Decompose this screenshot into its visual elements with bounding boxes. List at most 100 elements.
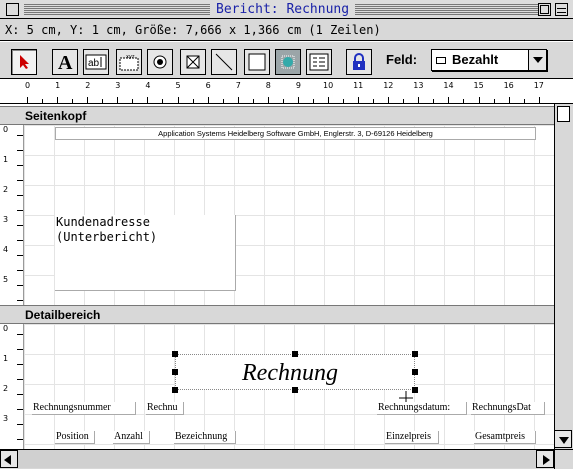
ruler-tick [479, 97, 480, 103]
resize-handle[interactable] [172, 351, 178, 357]
ruler-tick [524, 99, 525, 103]
ruler-tick [17, 349, 23, 350]
description-column-label[interactable]: Bezeichnung [174, 431, 236, 444]
field-label: Feld: [386, 52, 418, 67]
lock-button[interactable] [346, 49, 372, 75]
scroll-right-arrow-icon[interactable] [536, 450, 554, 468]
ruler-tick [17, 135, 23, 136]
xyz-field-icon: xyz [119, 54, 139, 71]
ruler-tick [17, 165, 23, 166]
field-select[interactable]: Bezahlt [431, 49, 547, 71]
text-tool-icon: A [58, 52, 73, 72]
ruler-tick [494, 99, 495, 103]
resize-handle[interactable] [292, 387, 298, 393]
unit-price-column-label[interactable]: Einzelpreis [385, 431, 439, 444]
radio-button-tool[interactable] [147, 49, 173, 75]
collapse-box-icon[interactable] [555, 3, 568, 16]
ruler-tick [298, 97, 299, 103]
ruler-label: 12 [383, 81, 394, 90]
invoice-number-field[interactable]: Rechnu [146, 402, 184, 415]
text-tool-button[interactable]: A [52, 49, 78, 75]
invoice-date-field[interactable]: RechnungsDat [471, 402, 545, 415]
horizontal-scroll-track[interactable] [18, 450, 536, 468]
ruler-label: 5 [3, 275, 9, 284]
section-band-seitenkopf[interactable]: Seitenkopf [0, 106, 554, 125]
ruler-label: 2 [85, 81, 91, 90]
ruler-label: 6 [205, 81, 211, 90]
vertical-ruler-seitenkopf: 0 1 2 3 4 5 [0, 125, 24, 305]
picture-tool-button[interactable] [275, 49, 301, 75]
ruler-tick [433, 99, 434, 103]
ruler-label: 1 [3, 155, 9, 164]
vertical-ruler-detailbereich: 0 1 2 3 [0, 324, 24, 449]
field-tool-button[interactable]: ab [83, 49, 109, 75]
ruler-tick [132, 99, 133, 103]
resize-handle[interactable] [292, 351, 298, 357]
checkbox-tool-icon [186, 55, 200, 69]
ruler-tick [17, 409, 23, 410]
quantity-column-label[interactable]: Anzahl [113, 431, 150, 444]
total-price-column-label[interactable]: Gesamtpreis [474, 431, 536, 444]
ruler-tick [509, 97, 510, 103]
ruler-tick [17, 210, 23, 211]
company-address-field[interactable]: Application Systems Heidelberg Software … [55, 127, 536, 140]
resize-handle[interactable] [172, 369, 178, 375]
zoom-box-icon[interactable] [538, 3, 551, 16]
ruler-tick [17, 424, 23, 425]
ruler-tick [42, 99, 43, 103]
ruler-label: 13 [413, 81, 424, 90]
svg-text:xyz: xyz [126, 54, 135, 60]
invoice-title-field[interactable]: Rechnung [175, 354, 415, 390]
invoice-date-label[interactable]: Rechnungsdatum: [377, 402, 467, 415]
ruler-label: 2 [3, 185, 9, 194]
horizontal-scrollbar[interactable] [0, 449, 573, 469]
ruler-tick [418, 97, 419, 103]
ruler-tick [328, 97, 329, 103]
rectangle-tool-button[interactable] [244, 49, 270, 75]
resize-grip-icon[interactable] [554, 449, 573, 469]
ruler-tick [358, 97, 359, 103]
ruler-label: 4 [145, 81, 151, 90]
resize-handle[interactable] [412, 351, 418, 357]
resize-handle[interactable] [172, 387, 178, 393]
ruler-label: 0 [3, 125, 9, 134]
ruler-label: 7 [235, 81, 241, 90]
chevron-down-icon[interactable] [528, 50, 546, 70]
resize-handle[interactable] [412, 369, 418, 375]
close-box-icon[interactable] [6, 3, 19, 16]
ruler-tick [17, 285, 23, 286]
ruler-tick [403, 99, 404, 103]
ruler-label: 0 [3, 324, 9, 333]
ruler-tick [147, 97, 148, 103]
ruler-tick [17, 439, 23, 440]
line-tool-icon [215, 53, 233, 71]
ruler-label: 10 [323, 81, 334, 90]
ruler-label: 3 [115, 81, 121, 90]
line-tool-button[interactable] [211, 49, 237, 75]
ruler-label: 16 [503, 81, 514, 90]
customer-address-subreport[interactable]: Kundenadresse (Unterbericht) [55, 215, 236, 291]
report-canvas[interactable]: Seitenkopf 0 1 2 3 4 5 Application Systems He… [0, 104, 554, 449]
ruler-label: 1 [55, 81, 61, 90]
picture-tool-icon [279, 53, 297, 71]
ruler-tick [373, 99, 374, 103]
rectangle-tool-icon [248, 53, 266, 71]
ruler-tick [17, 150, 23, 151]
ruler-tick [27, 97, 28, 103]
title-bar[interactable]: Bericht: Rechnung [0, 0, 573, 19]
vertical-scroll-thumb[interactable] [557, 106, 570, 122]
xyz-field-button[interactable]: xyz [116, 49, 142, 75]
scroll-down-arrow-icon[interactable] [554, 430, 572, 448]
ruler-tick [388, 97, 389, 103]
checkbox-tool-button[interactable] [180, 49, 206, 75]
ruler-label: 14 [443, 81, 454, 90]
ruler-label: 3 [3, 414, 9, 423]
invoice-number-label[interactable]: Rechnungsnummer [32, 402, 136, 415]
scroll-left-arrow-icon[interactable] [0, 450, 18, 468]
toolbar: A ab xyz Feld: Bezahlt [0, 42, 573, 79]
arrow-tool-button[interactable] [11, 49, 37, 75]
section-band-detailbereich[interactable]: Detailbereich [0, 305, 554, 324]
subreport-tool-button[interactable] [306, 49, 332, 75]
vertical-scrollbar[interactable] [554, 104, 573, 449]
position-column-label[interactable]: Position [55, 431, 95, 444]
